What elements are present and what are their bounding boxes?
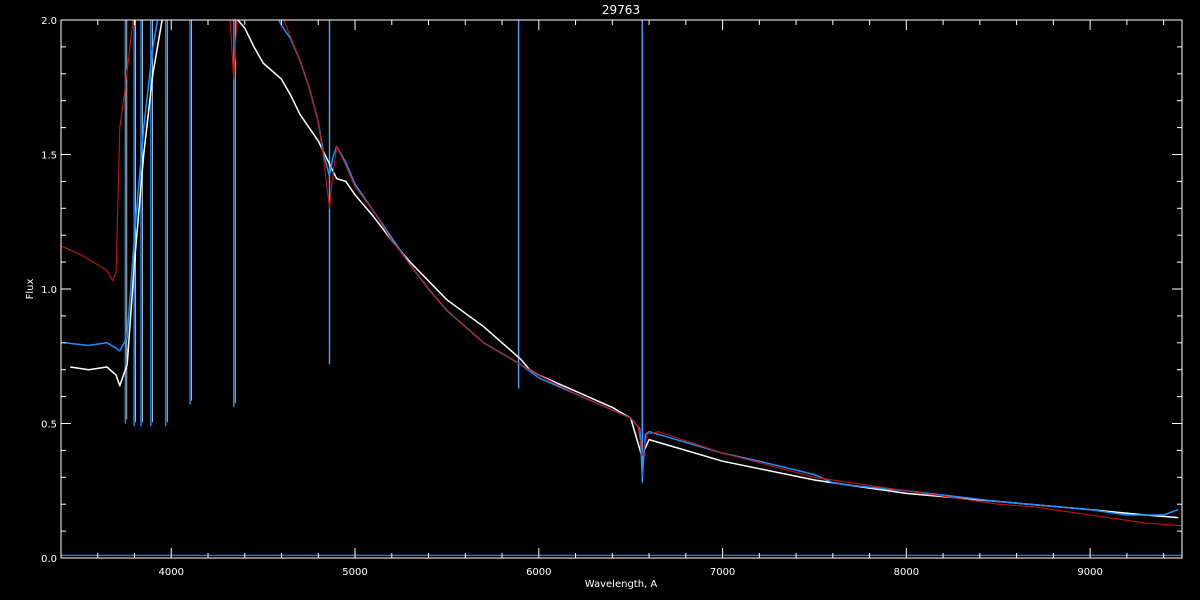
y-tick-label: 0.5 <box>41 420 57 431</box>
y-tick-label: 1.0 <box>41 285 57 296</box>
x-tick-label: 6000 <box>526 567 551 578</box>
y-tick-label: 0.0 <box>41 554 57 565</box>
chart-title: 29763 <box>602 3 640 17</box>
chart-background <box>0 0 1200 600</box>
x-tick-label: 4000 <box>159 567 184 578</box>
y-axis-label: Flux <box>25 279 36 300</box>
x-axis-label: Wavelength, A <box>585 579 658 590</box>
x-tick-label: 5000 <box>342 567 367 578</box>
x-tick-label: 9000 <box>1077 567 1102 578</box>
x-tick-label: 7000 <box>710 567 735 578</box>
x-tick-label: 8000 <box>894 567 919 578</box>
y-tick-label: 1.5 <box>41 151 57 162</box>
spectrum-chart: 29763 4000 5000 6000 7000 8000 9000 0.0 0.5 1.0 1… <box>0 0 1200 600</box>
y-tick-label: 2.0 <box>41 16 57 27</box>
